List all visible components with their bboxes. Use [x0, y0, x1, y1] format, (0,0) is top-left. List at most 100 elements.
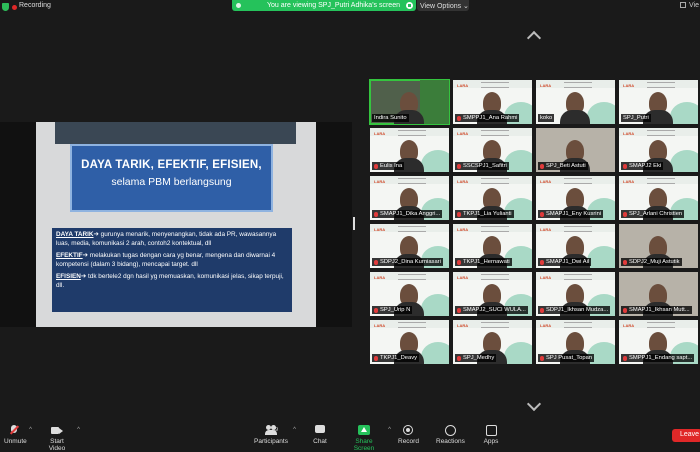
background-logo: LARA	[457, 275, 469, 280]
background-heading	[398, 274, 426, 280]
participant-tile[interactable]: LARA TKPJ1_Deavy	[370, 320, 449, 364]
scroll-down-chevron-icon[interactable]	[526, 402, 542, 410]
muted-mic-icon	[374, 259, 378, 265]
participant-name-label: SDPJ1_Ikhsan Mudza...	[538, 306, 611, 314]
background-decoration	[421, 342, 449, 364]
participant-name-label: SMAPJ1_Ikhsan Mutt...	[621, 306, 692, 314]
participant-name: SDPJ2_Dina Kurniasari	[380, 259, 441, 265]
participant-tile[interactable]: LARA SPJ_Arlani Christien	[619, 176, 698, 220]
meeting-toolbar: Unmute ^ Start Video ^ 69 Participants ^…	[0, 421, 700, 452]
muted-mic-icon	[623, 211, 627, 217]
participant-tile[interactable]: LARA SPJ_Medhy	[453, 320, 532, 364]
muted-mic-icon	[623, 259, 627, 265]
participant-name: SPJ_Medhy	[463, 355, 495, 361]
slide-paragraph: EFEKTIF➔ melakukan tugas dengan cara yg …	[56, 252, 288, 269]
view-options-button[interactable]: View Options ⌄	[417, 0, 469, 11]
participant-tile[interactable]: LARA Eulis Ina	[370, 128, 449, 172]
participant-name: SMAPJ2_SUCI WULA...	[463, 307, 526, 313]
participant-name: TKPJ1_Lia Yulianti	[463, 211, 512, 217]
recording-dot-icon	[12, 5, 17, 10]
record-label: Record	[398, 438, 419, 445]
participant-tile[interactable]: LARA SDPJ2_Dina Kurniasari	[370, 224, 449, 268]
slide-text: ➔ melakukan tugas dengan cara yg benar, …	[56, 252, 276, 268]
slide-header-bar	[55, 122, 296, 144]
participant-name: Indira Sunito	[374, 115, 407, 121]
leave-button[interactable]: Leave	[672, 429, 700, 442]
participants-button[interactable]: 69 Participants ^	[254, 425, 296, 445]
banner-dot-icon	[236, 3, 241, 8]
unmute-label: Unmute	[4, 438, 27, 445]
participant-tile[interactable]: LARA SDPJ1_Ikhsan Mudza...	[536, 272, 615, 316]
participant-name-label: SPJ_Beti Astuti	[538, 162, 588, 170]
participants-caret-icon[interactable]: ^	[293, 427, 296, 433]
participant-tile[interactable]: LARA SMAPJ1_Eny Kusrini	[536, 176, 615, 220]
muted-mic-icon	[374, 211, 378, 217]
recording-label: Recording	[19, 2, 51, 9]
participant-tile[interactable]: LARA TKPJ1_Hernawati	[453, 224, 532, 268]
reactions-icon	[444, 425, 456, 436]
background-decoration	[421, 294, 449, 316]
background-logo: LARA	[457, 227, 469, 232]
presentation-slide: DAYA TARIK, EFEKTIF, EFISIEN, selama PBM…	[36, 122, 316, 327]
participant-name: SMAPJ1_Dika Anggri...	[380, 211, 441, 217]
participant-tile[interactable]: LARA TKPJ1_Lia Yulianti	[453, 176, 532, 220]
background-heading	[564, 178, 592, 184]
panel-splitter-handle[interactable]	[353, 217, 355, 230]
muted-mic-icon	[540, 355, 544, 361]
muted-mic-icon	[457, 259, 461, 265]
participant-name-label: SDPJ2_Muji Astutik	[621, 258, 682, 266]
video-camera-icon	[51, 425, 63, 435]
participant-tile[interactable]: LARA SMAPJ2_SUCI WULA...	[453, 272, 532, 316]
participant-tile[interactable]: LARA SMPPJ1_Endang sapt...	[619, 320, 698, 364]
participant-tile[interactable]: LARA SSCSPJ1_Safitri	[453, 128, 532, 172]
unmute-button[interactable]: Unmute ^	[4, 425, 32, 445]
participant-name-label: Indira Sunito	[372, 114, 409, 122]
participant-name-label: SSCSPJ1_Safitri	[455, 162, 509, 170]
muted-mic-icon	[457, 355, 461, 361]
audio-options-caret-icon[interactable]: ^	[29, 427, 32, 433]
scroll-up-chevron-icon[interactable]	[526, 30, 542, 38]
background-heading	[398, 130, 426, 136]
participant-tile[interactable]: LARA SMAPJ1_Dika Anggri...	[370, 176, 449, 220]
start-video-button[interactable]: Start Video ^	[42, 425, 80, 452]
background-heading	[647, 82, 675, 88]
chat-button[interactable]: Chat	[312, 425, 328, 445]
microphone-muted-icon	[8, 425, 20, 435]
participant-tile[interactable]: LARA SMPPJ1_Ana Rahmi	[453, 80, 532, 124]
top-bar: Recording You are viewing SPJ_Putri Adhi…	[0, 0, 700, 14]
muted-mic-icon	[540, 307, 544, 313]
background-logo: LARA	[540, 323, 552, 328]
participant-tile[interactable]: LARASDPJ2_Muji Astutik	[619, 224, 698, 268]
participant-tile[interactable]: LARA koko	[536, 80, 615, 124]
background-logo: LARA	[457, 323, 469, 328]
stop-viewing-icon[interactable]	[406, 2, 413, 9]
participant-name: SPJ Pusat_Topan	[546, 355, 593, 361]
participant-tile[interactable]: LARA SPJ_Urip N	[370, 272, 449, 316]
participant-name: SMPPJ1_Ana Rahmi	[463, 115, 518, 121]
background-logo: LARA	[374, 227, 386, 232]
participant-name-label: SMPPJ1_Endang sapt...	[621, 354, 695, 362]
participant-tile[interactable]: LARASMAPJ1_Ikhsan Mutt...	[619, 272, 698, 316]
share-options-caret-icon[interactable]: ^	[388, 427, 391, 433]
record-button[interactable]: Record	[398, 425, 419, 445]
participant-name-label: SPJ Pusat_Topan	[538, 354, 595, 362]
participant-tile[interactable]: LARASPJ_Beti Astuti	[536, 128, 615, 172]
share-screen-button[interactable]: Share Screen ^	[345, 425, 391, 452]
slide-title-line2: selama PBM berlangsung	[111, 176, 232, 188]
reactions-button[interactable]: Reactions	[436, 425, 465, 445]
participant-tile[interactable]: LARA SPJ Pusat_Topan	[536, 320, 615, 364]
background-logo: LARA	[374, 179, 386, 184]
muted-mic-icon	[540, 211, 544, 217]
participant-tile[interactable]: LARA SPJ_Putri	[619, 80, 698, 124]
background-heading	[564, 274, 592, 280]
participant-tile[interactable]: LARAIndira Sunito	[369, 79, 450, 125]
participant-tile[interactable]: LARA SMAPJ1_Dwi Ail	[536, 224, 615, 268]
slide-term: EFISIEN	[56, 273, 81, 280]
shared-screen: DAYA TARIK, EFEKTIF, EFISIEN, selama PBM…	[0, 122, 352, 327]
view-button[interactable]: Vie	[680, 2, 699, 9]
slide-text: ➔ tdk bertele2 dgn hasil yg memuaskan, k…	[56, 273, 284, 289]
participant-tile[interactable]: LARA SMAPJ2 Eki	[619, 128, 698, 172]
muted-mic-icon	[540, 163, 544, 169]
apps-button[interactable]: Apps	[483, 425, 499, 445]
video-options-caret-icon[interactable]: ^	[77, 427, 80, 433]
